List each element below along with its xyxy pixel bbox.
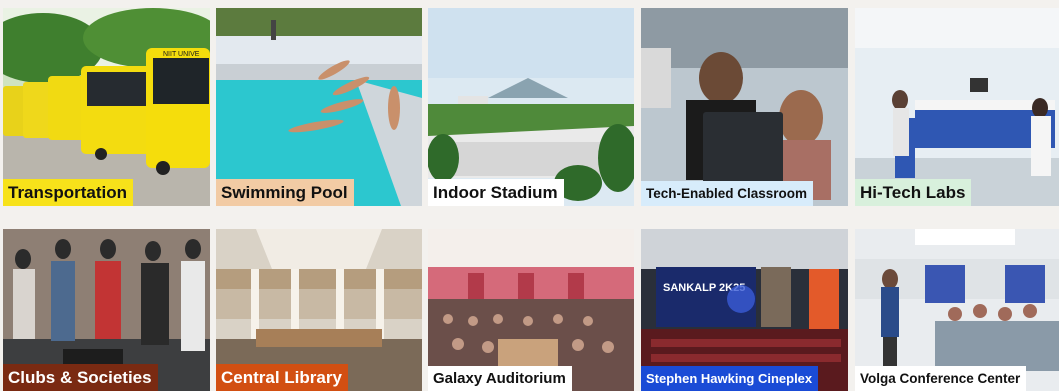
tile-label: Galaxy Auditorium [428, 366, 572, 391]
tile-tech-classroom[interactable]: Tech-Enabled Classroom [641, 8, 848, 206]
tile-label: Volga Conference Center [855, 365, 1027, 391]
bus-brand-text: NIIT UNIVE [163, 51, 200, 58]
tile-label: Tech-Enabled Classroom [641, 180, 814, 206]
tile-label: Central Library [216, 364, 348, 391]
hi-tech-labs-photo [855, 8, 1059, 206]
indoor-stadium-photo [428, 8, 634, 206]
tile-label: Indoor Stadium [428, 179, 564, 206]
tile-cineplex[interactable]: SANKALP 2K25 Stephen Hawking Cineplex [641, 229, 848, 391]
swimming-pool-photo [216, 8, 422, 206]
tile-label: Transportation [3, 179, 134, 206]
tile-central-library[interactable]: Central Library [216, 229, 422, 391]
tile-label: Stephen Hawking Cineplex [641, 366, 819, 391]
tech-classroom-photo [641, 8, 848, 206]
tile-label: Hi-Tech Labs [855, 179, 972, 206]
tile-transportation[interactable]: NIIT UNIVE Transportation [3, 8, 210, 206]
tile-clubs-societies[interactable]: Clubs & Societies [3, 229, 210, 391]
facilities-grid: NIIT UNIVE Transportation Swimming Pool [0, 0, 1059, 391]
transportation-photo: NIIT UNIVE [3, 8, 210, 206]
tile-swimming-pool[interactable]: Swimming Pool [216, 8, 422, 206]
tile-label: Clubs & Societies [3, 364, 158, 391]
tile-indoor-stadium[interactable]: Indoor Stadium [428, 8, 634, 206]
tile-volga-conference[interactable]: Volga Conference Center [855, 229, 1059, 391]
tile-label: Swimming Pool [216, 179, 354, 206]
tile-hi-tech-labs[interactable]: Hi-Tech Labs [855, 8, 1059, 206]
tile-galaxy-auditorium[interactable]: Galaxy Auditorium [428, 229, 634, 391]
